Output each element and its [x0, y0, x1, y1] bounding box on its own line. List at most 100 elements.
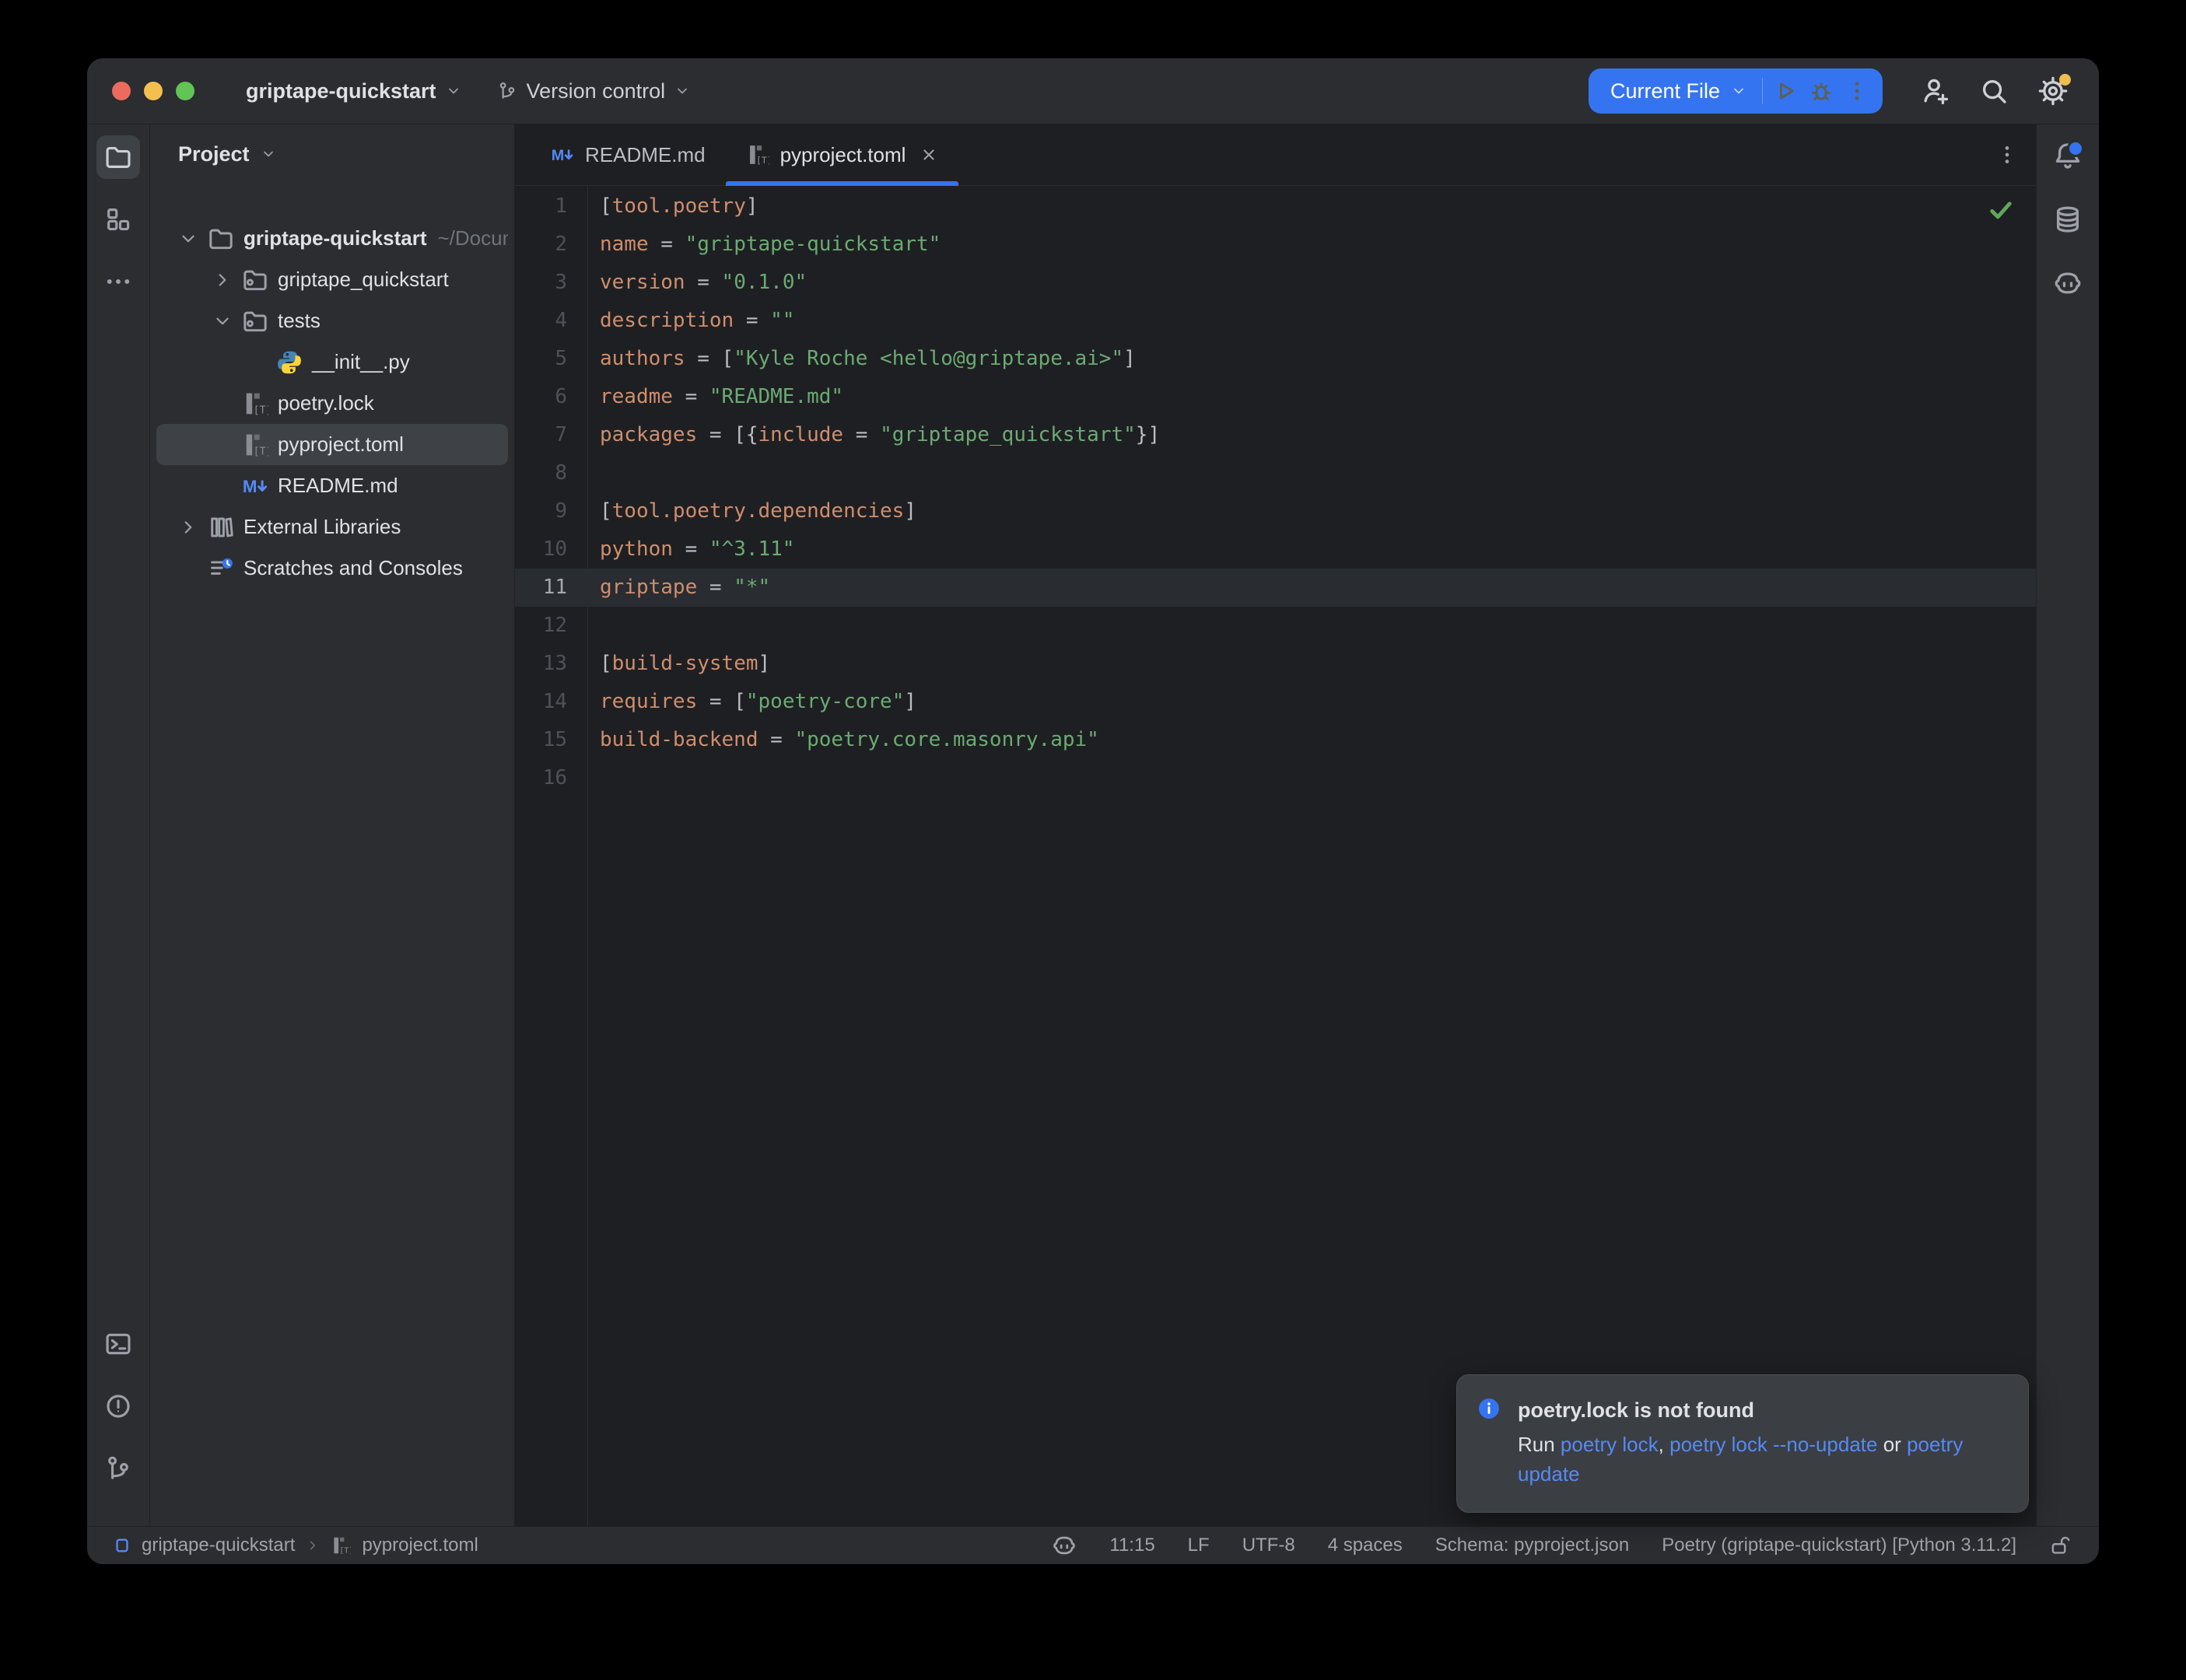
notifications-button[interactable] — [2046, 134, 2090, 177]
code-text: readme = "README.md" — [587, 378, 843, 416]
code-text — [587, 454, 600, 492]
token: "griptape-quickstart" — [685, 233, 941, 256]
tree-item-label: __init__.py — [312, 350, 410, 374]
version-control-tool-button[interactable] — [96, 1447, 140, 1490]
breadcrumb-project[interactable]: griptape-quickstart — [142, 1535, 295, 1556]
code-line-5[interactable]: 5authors = ["Kyle Roche <hello@griptape.… — [515, 340, 2036, 378]
run-button[interactable] — [1767, 73, 1803, 109]
tree-item-scratches-and-consoles[interactable]: Scratches and Consoles — [156, 548, 508, 589]
code-line-11[interactable]: 11griptape = "*" — [515, 569, 2036, 607]
tabs-container: MREADME.md[T]pyproject.toml — [531, 124, 958, 185]
more-run-options-button[interactable] — [1839, 73, 1875, 109]
problems-tool-button[interactable] — [96, 1384, 140, 1428]
tab-label: pyproject.toml — [780, 143, 906, 167]
token: = — [649, 233, 685, 256]
more-tool-windows-button[interactable] — [96, 260, 140, 303]
tree-item-path: ~/Docume — [438, 226, 509, 250]
minimize-window-button[interactable] — [144, 82, 163, 100]
tab-readme-md[interactable]: MREADME.md — [531, 124, 726, 185]
interpreter-widget[interactable]: Poetry (griptape-quickstart) [Python 3.1… — [1662, 1535, 2016, 1556]
status-widgets: 11:15 LF UTF-8 4 spaces Schema: pyproject.js… — [1052, 1533, 2071, 1558]
code-line-6[interactable]: 6readme = "README.md" — [515, 378, 2036, 416]
code-line-10[interactable]: 10python = "^3.11" — [515, 530, 2036, 569]
code-line-15[interactable]: 15build-backend = "poetry.core.masonry.a… — [515, 721, 2036, 759]
token: "poetry-core" — [746, 690, 905, 713]
token: tool.poetry.dependencies — [612, 499, 905, 523]
code-text: python = "^3.11" — [587, 530, 794, 569]
tab-pyproject-toml[interactable]: [T]pyproject.toml — [726, 124, 959, 185]
code-line-7[interactable]: 7packages = [{include = "griptape_quicks… — [515, 416, 2036, 454]
play-icon — [1773, 79, 1798, 103]
token: "poetry.core.masonry.api" — [794, 728, 1098, 751]
right-tool-bar — [2036, 124, 2099, 1526]
tree-item-readme-md[interactable]: MREADME.md — [156, 465, 508, 506]
notification-link-poetry-lock-no-update[interactable]: poetry lock --no-update — [1669, 1433, 1877, 1456]
code-line-13[interactable]: 13[build-system] — [515, 645, 2036, 683]
code-line-14[interactable]: 14requires = ["poetry-core"] — [515, 683, 2036, 721]
caret-position-widget[interactable]: 11:15 — [1109, 1535, 1154, 1556]
project-title: griptape-quickstart — [246, 79, 436, 103]
tree-chevron-slot — [178, 229, 208, 249]
fullscreen-window-button[interactable] — [176, 82, 194, 100]
token: include — [758, 423, 844, 446]
notification-title: poetry.lock is not found — [1518, 1397, 1754, 1423]
add-user-button[interactable] — [1912, 68, 1957, 114]
line-ending-widget[interactable]: LF — [1188, 1535, 1210, 1556]
indent-widget[interactable]: 4 spaces — [1328, 1535, 1403, 1556]
tree-item-pyproject-toml[interactable]: [T] pyproject.toml — [156, 424, 508, 465]
code-line-1[interactable]: 1[tool.poetry] — [515, 187, 2036, 226]
inspections-ok-icon[interactable] — [1988, 197, 2014, 223]
token: build-backend — [600, 728, 758, 751]
encoding-widget[interactable]: UTF-8 — [1242, 1535, 1295, 1556]
copilot-status-icon[interactable] — [1052, 1533, 1077, 1558]
close-window-button[interactable] — [112, 82, 131, 100]
svg-text:[T]: [T] — [254, 404, 268, 416]
code-text: [tool.poetry.dependencies] — [587, 492, 916, 530]
code-line-8[interactable]: 8 — [515, 454, 2036, 492]
run-config-selector[interactable]: Current File — [1610, 79, 1757, 103]
database-tool-button[interactable] — [2046, 198, 2090, 241]
project-widget[interactable]: griptape-quickstart — [246, 79, 461, 103]
svg-text:M: M — [243, 477, 257, 496]
code-line-9[interactable]: 9[tool.poetry.dependencies] — [515, 492, 2036, 530]
structure-tool-button[interactable] — [96, 198, 140, 241]
terminal-tool-button[interactable] — [96, 1322, 140, 1366]
code-line-12[interactable]: 12 — [515, 607, 2036, 645]
search-everywhere-button[interactable] — [1971, 68, 2016, 114]
project-panel-header[interactable]: Project — [150, 132, 514, 176]
ai-assistant-button[interactable] — [2046, 261, 2090, 305]
python-file-icon — [276, 349, 303, 376]
readonly-toggle[interactable] — [2049, 1535, 2071, 1556]
project-tool-button[interactable] — [96, 135, 140, 179]
project-panel: Project griptape-quickstart~/Documegript… — [150, 124, 515, 1526]
markdown-file-icon: M — [242, 473, 268, 499]
code-line-4[interactable]: 4description = "" — [515, 302, 2036, 340]
tree-item-label: tests — [278, 309, 321, 333]
code-line-16[interactable]: 16 — [515, 759, 2036, 797]
tree-item-init-py[interactable]: __init__.py — [156, 341, 508, 383]
editor-options-button[interactable] — [1995, 143, 2019, 166]
json-schema-widget[interactable]: Schema: pyproject.json — [1435, 1535, 1629, 1556]
vcs-widget[interactable]: Version control — [497, 79, 691, 103]
tree-item-griptape-quickstart[interactable]: griptape_quickstart — [156, 259, 508, 300]
svg-text:M: M — [552, 147, 564, 164]
tree-item-poetry-lock[interactable]: [T]poetry.lock — [156, 383, 508, 424]
debug-button[interactable] — [1803, 73, 1839, 109]
code-editor[interactable]: 1[tool.poetry]2name = "griptape-quicksta… — [515, 186, 2036, 1526]
chevron-right-icon — [306, 1538, 320, 1552]
notification-link-poetry-lock[interactable]: poetry lock — [1561, 1433, 1659, 1456]
close-icon[interactable] — [920, 145, 938, 164]
tree-item-external-libraries[interactable]: External Libraries — [156, 506, 508, 548]
code-line-2[interactable]: 2name = "griptape-quickstart" — [515, 226, 2036, 264]
tree-item-label: pyproject.toml — [278, 432, 404, 457]
token: = [ — [685, 347, 734, 370]
breadcrumb-file[interactable]: pyproject.toml — [362, 1535, 478, 1556]
tree-item-griptape-quickstart[interactable]: griptape-quickstart~/Docume — [156, 218, 508, 259]
tree-item-tests[interactable]: tests — [156, 300, 508, 341]
token: readme — [600, 385, 673, 408]
token: = — [843, 423, 880, 446]
code-text — [587, 759, 600, 797]
svg-text:[T]: [T] — [254, 446, 268, 457]
settings-button[interactable] — [2030, 68, 2076, 114]
code-line-3[interactable]: 3version = "0.1.0" — [515, 264, 2036, 302]
